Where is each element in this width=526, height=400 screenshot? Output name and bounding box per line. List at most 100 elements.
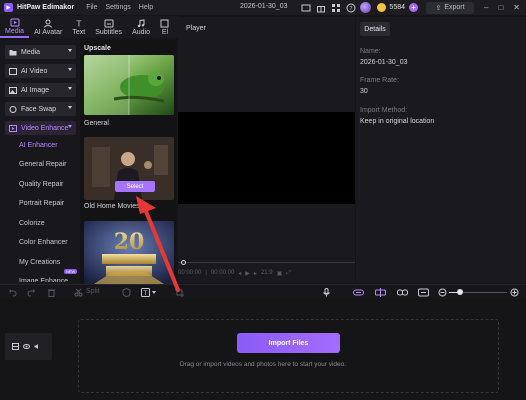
nav-item-ai-video[interactable]: AI Video (5, 64, 76, 78)
zoom-slider-handle[interactable] (457, 289, 463, 295)
subitem-color-enhancer[interactable]: Color Enhancer (19, 239, 68, 246)
left-nav: Media AI Video AI Image Face Swap Video … (0, 40, 80, 284)
fit-icon[interactable] (418, 288, 429, 297)
chevron-down-icon (68, 106, 72, 109)
delete-icon[interactable] (47, 288, 56, 297)
subitem-general-repair[interactable]: General Repair (19, 161, 66, 168)
select-button[interactable]: Select (115, 181, 155, 192)
magnet-icon[interactable] (375, 288, 386, 297)
link-icon[interactable] (353, 288, 364, 297)
title-bar-right: ? 5584 + ⇪ Export – □ ✕ (300, 0, 526, 15)
snapshot-icon[interactable]: ▣ (277, 270, 283, 277)
tab-media[interactable]: Media (0, 16, 30, 38)
tab-label: AI Avatar (34, 28, 63, 36)
chameleon-thumbnail (84, 55, 174, 115)
nav-item-media[interactable]: Media (5, 45, 76, 59)
media-icon (10, 18, 20, 26)
nav-item-video-enhance[interactable]: Video Enhance (5, 121, 76, 135)
aspect-ratio[interactable]: 21:9 (261, 270, 273, 276)
chevron-up-icon (68, 125, 72, 128)
window-controls: – □ ✕ (484, 3, 520, 12)
app-name: HitPaw Edimakor (17, 4, 75, 11)
tab-subtitles[interactable]: Subtitles (90, 16, 127, 38)
nav-item-ai-image[interactable]: AI Image (5, 83, 76, 97)
tab-audio[interactable]: Audio (127, 16, 155, 38)
zoom-in-icon[interactable] (510, 288, 519, 297)
menu-help[interactable]: Help (139, 4, 153, 11)
tab-text[interactable]: T Text (67, 16, 90, 38)
play-icon[interactable]: ▶ (245, 270, 250, 277)
mute-icon[interactable] (34, 343, 41, 350)
next-frame-icon[interactable]: ▸ (254, 270, 257, 277)
minimize-icon[interactable]: – (484, 3, 488, 12)
subitem-ai-enhancer[interactable]: AI Enhancer (19, 142, 58, 149)
media-card-general[interactable] (84, 55, 174, 115)
svg-text:?: ? (349, 5, 352, 12)
help-icon[interactable]: ? (345, 3, 356, 13)
media-card-label: General (84, 120, 109, 127)
visibility-icon[interactable] (23, 343, 30, 350)
face-swap-icon (9, 105, 17, 113)
ai-image-icon (9, 86, 17, 94)
detail-label-frame-rate: Frame Rate: (360, 77, 399, 84)
user-avatar[interactable] (360, 2, 372, 13)
credits-count: 5584 (389, 4, 405, 11)
fullscreen-icon[interactable]: ⤢ (286, 270, 291, 277)
tab-label: Media (5, 27, 25, 35)
menu-bar: File Settings Help (86, 4, 153, 11)
add-credits-button[interactable]: + (409, 3, 418, 12)
tab-elements[interactable]: El (155, 16, 175, 38)
text-icon: T (75, 19, 81, 28)
gift-icon[interactable] (315, 3, 326, 13)
subitem-image-enhance[interactable]: Image Enhance (19, 277, 68, 282)
crop-icon[interactable] (175, 288, 184, 297)
svg-text:20: 20 (114, 229, 145, 255)
scrubber-handle[interactable] (181, 260, 186, 265)
import-files-button[interactable]: Import Files (237, 333, 340, 353)
nav-item-label: AI Video (21, 67, 48, 75)
nav-item-face-swap[interactable]: Face Swap (5, 102, 76, 116)
redo-icon[interactable] (27, 288, 36, 297)
section-title: Upscale (84, 45, 111, 52)
video-enhance-icon (9, 124, 17, 132)
timeline-dropzone[interactable] (78, 319, 499, 393)
subitem-portrait-repair[interactable]: Portrait Repair (19, 200, 64, 207)
project-title[interactable]: 2026-01-30_03 (240, 3, 288, 10)
subitem-my-creations[interactable]: My Creations (19, 259, 60, 266)
maximize-icon[interactable]: □ (498, 3, 503, 12)
video-preview[interactable] (178, 112, 355, 204)
split-icon[interactable] (74, 288, 83, 297)
details-tab-label: Details (364, 25, 386, 33)
shield-icon[interactable] (122, 287, 131, 298)
timeline-toolbar: Split T (0, 284, 526, 299)
details-panel: Details Name: 2026-01-30_03 Frame Rate: … (356, 17, 526, 283)
track-header (5, 333, 52, 360)
text-template-icon[interactable]: T (141, 288, 157, 297)
prev-frame-icon[interactable]: ◂ (238, 270, 241, 277)
subitem-colorize[interactable]: Colorize (19, 220, 45, 227)
app-logo-icon (4, 3, 13, 12)
media-card-third[interactable]: 20 (84, 221, 174, 284)
tab-label: Audio (132, 28, 150, 36)
export-button[interactable]: ⇪ Export (426, 1, 474, 14)
grid-icon[interactable] (330, 3, 341, 13)
chain-icon[interactable] (397, 288, 408, 297)
svg-text:T: T (75, 19, 81, 28)
player-title: Player (186, 25, 206, 32)
undo-icon[interactable] (8, 288, 17, 297)
close-icon[interactable]: ✕ (513, 3, 520, 12)
logo-thumbnail: 20 (84, 221, 174, 284)
title-bar: HitPaw Edimakor File Settings Help 2026-… (0, 0, 526, 15)
zoom-out-icon[interactable] (438, 288, 447, 297)
microphone-icon[interactable] (322, 288, 331, 297)
menu-settings[interactable]: Settings (105, 4, 130, 11)
tab-details[interactable]: Details (360, 22, 390, 36)
playback-scrubber[interactable] (178, 262, 355, 263)
film-icon[interactable] (12, 343, 19, 350)
detail-value-import-method: Keep in original location (360, 118, 435, 125)
menu-file[interactable]: File (86, 4, 97, 11)
tab-ai-avatar[interactable]: AI Avatar (29, 16, 67, 38)
subitem-quality-repair[interactable]: Quality Repair (19, 181, 63, 188)
split-label[interactable]: Split (86, 288, 100, 295)
screen-icon[interactable] (300, 3, 311, 13)
